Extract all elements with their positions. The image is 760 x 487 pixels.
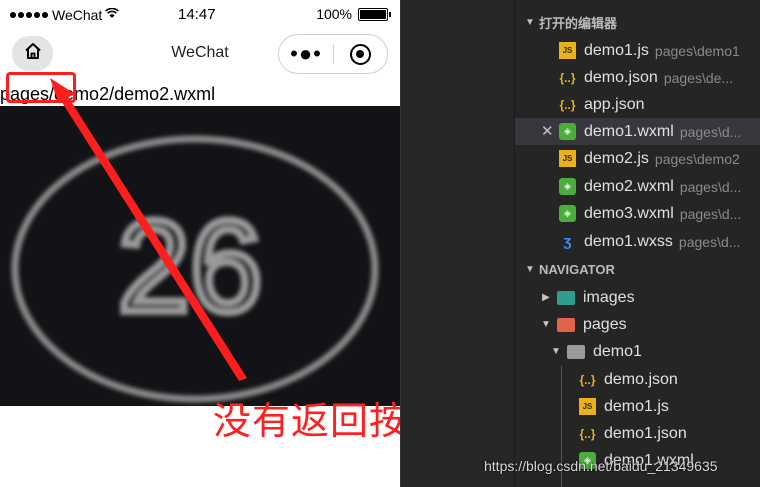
open-editors-title: 打开的编辑器 — [539, 15, 618, 31]
status-left: WeChat — [10, 7, 120, 23]
file-name: demo1.wxml — [584, 122, 674, 140]
pages-folder-icon — [557, 317, 575, 332]
folder-name: pages — [583, 315, 627, 333]
editor-gap — [400, 0, 514, 487]
wxss-file-icon: ʒ — [563, 233, 572, 250]
battery-icon — [358, 7, 391, 21]
wifi-icon — [105, 7, 120, 22]
file-name: demo1.wxss — [584, 232, 673, 250]
tree-folder-pages[interactable]: ▼ pages — [515, 311, 760, 338]
target-icon — [350, 43, 371, 65]
number-image: 26 — [0, 106, 400, 406]
navigator-header[interactable]: ▼ NAVIGATOR — [515, 257, 760, 281]
status-bar: WeChat 14:47 100% — [0, 0, 400, 30]
file-name: demo1.json — [604, 424, 687, 442]
collapse-caret-icon: ▼ — [551, 346, 561, 357]
folder-name: images — [583, 288, 635, 306]
file-name: demo.json — [604, 370, 678, 388]
open-editor-item[interactable]: JS demo1.js pages\demo1 — [515, 37, 760, 64]
simulator-phone: WeChat 14:47 100% WeChat •●• pages/demo2… — [0, 0, 400, 487]
js-file-icon: JS — [559, 150, 576, 167]
watermark-url: https://blog.csdn.net/baidu_21349635 — [484, 458, 718, 474]
file-path: pages\demo2 — [654, 150, 740, 167]
file-name: demo1.js — [584, 41, 649, 59]
signal-dots-icon — [10, 12, 48, 18]
open-editor-item-selected[interactable]: ✕ ◈ demo1.wxml pages\d... — [515, 118, 760, 145]
file-explorer: ▼ 打开的编辑器 JS demo1.js pages\demo1 {..} de… — [514, 0, 760, 487]
json-file-icon: {..} — [579, 372, 596, 387]
open-editor-item[interactable]: JS demo2.js pages\demo2 — [515, 145, 760, 172]
open-editor-item[interactable]: ◈ demo3.wxml pages\d... — [515, 200, 760, 227]
file-name: app.json — [584, 95, 645, 113]
more-menu-icon[interactable]: •●• — [279, 34, 333, 74]
file-path: pages\demo1 — [654, 42, 740, 59]
highlight-box — [6, 72, 76, 103]
file-name: demo.json — [584, 68, 658, 86]
nav-bar: WeChat •●• — [0, 30, 400, 78]
close-editor-icon[interactable]: ✕ — [541, 122, 554, 140]
file-name: demo1.js — [604, 397, 669, 415]
image-number: 26 — [118, 193, 263, 339]
js-file-icon: JS — [559, 42, 576, 59]
open-editor-item[interactable]: {..} demo.json pages\de... — [515, 64, 760, 91]
folder-name: demo1 — [593, 342, 642, 360]
wxml-file-icon: ◈ — [559, 123, 576, 140]
collapse-caret-icon: ▼ — [525, 16, 535, 28]
file-path: pages\de... — [663, 69, 734, 86]
carrier-name: WeChat — [52, 7, 103, 23]
json-file-icon: {..} — [579, 426, 596, 441]
close-miniprogram-button[interactable] — [334, 43, 387, 65]
file-path: pages\d... — [678, 233, 741, 250]
tree-file[interactable]: JS demo1.js — [515, 393, 760, 420]
tree-folder-demo1[interactable]: ▼ demo1 — [515, 338, 760, 365]
collapse-caret-icon: ▼ — [525, 263, 535, 275]
open-editor-item[interactable]: ◈ demo2.wxml pages\d... — [515, 173, 760, 200]
js-file-icon: JS — [579, 398, 596, 415]
tree-file[interactable]: {..} demo1.json — [515, 420, 760, 447]
status-right: 100% — [316, 6, 391, 22]
file-path: pages\d... — [679, 123, 742, 140]
tree-file[interactable]: {..} demo.json — [515, 366, 760, 393]
tree-folder-images[interactable]: ▶ images — [515, 284, 760, 311]
images-folder-icon — [557, 290, 575, 305]
collapse-caret-icon: ▼ — [541, 319, 551, 330]
file-path: pages\d... — [679, 205, 742, 222]
annotation-text: 没有返回按钮了 — [213, 399, 400, 443]
status-time: 14:47 — [178, 6, 216, 23]
open-editors-header[interactable]: ▼ 打开的编辑器 — [515, 10, 760, 34]
navigator-title: NAVIGATOR — [539, 261, 615, 277]
open-editor-item[interactable]: ʒ demo1.wxss pages\d... — [515, 228, 760, 255]
file-name: demo3.wxml — [584, 204, 674, 222]
file-name: demo2.js — [584, 149, 649, 167]
expand-caret-icon: ▶ — [542, 292, 550, 303]
file-name: demo2.wxml — [584, 177, 674, 195]
json-file-icon: {..} — [559, 70, 576, 85]
battery-percent: 100% — [316, 6, 352, 22]
wxml-file-icon: ◈ — [559, 205, 576, 222]
wxml-file-icon: ◈ — [559, 178, 576, 195]
json-file-icon: {..} — [559, 97, 576, 112]
open-editor-item[interactable]: {..} app.json — [515, 91, 760, 118]
file-path: pages\d... — [679, 178, 742, 195]
capsule-menu: •●• — [278, 34, 388, 74]
folder-icon — [567, 344, 585, 359]
